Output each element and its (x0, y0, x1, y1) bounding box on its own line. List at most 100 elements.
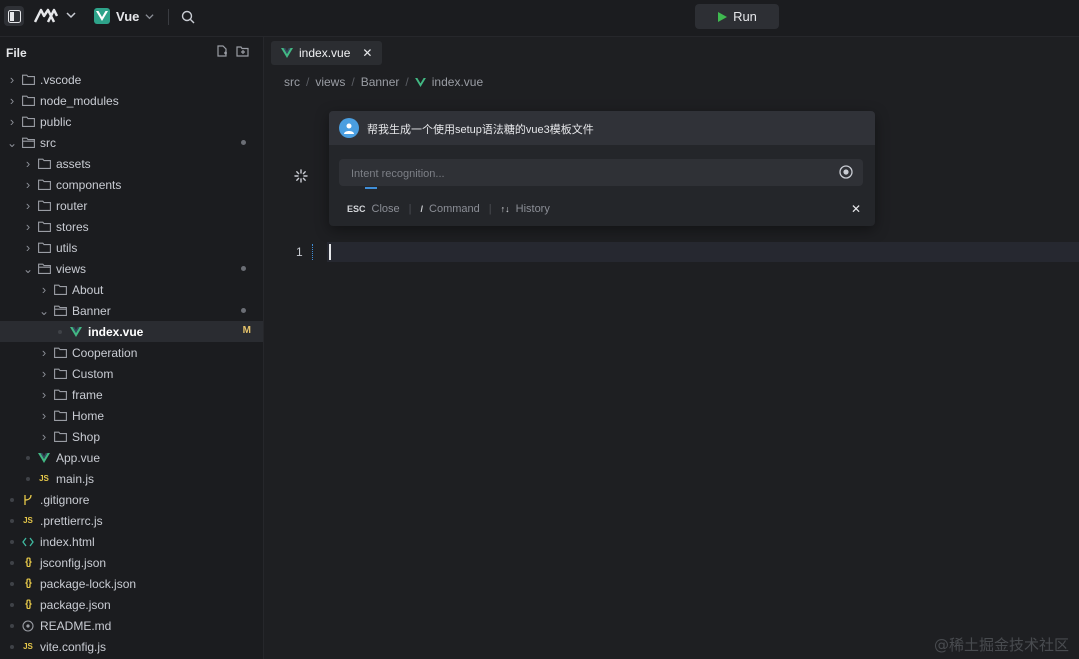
file-item[interactable]: JS .prettierrc.js (0, 510, 263, 531)
top-bar: Vue Run (0, 0, 1079, 37)
run-label: Run (733, 9, 757, 24)
file-item[interactable]: JS vite.config.js (0, 636, 263, 657)
chevron-down-icon: ⌄ (38, 303, 50, 318)
file-item[interactable]: {} jsconfig.json (0, 552, 263, 573)
tree-item-label: README.md (40, 618, 112, 633)
framework-label: Vue (116, 8, 140, 24)
tree-dot (6, 539, 18, 544)
breadcrumb-views[interactable]: views (315, 75, 345, 89)
chevron-right-icon: › (41, 366, 47, 381)
folder-icon (37, 241, 51, 255)
folder-icon (53, 346, 67, 360)
line-number: 1 (296, 245, 303, 259)
sidebar-toggle-icon (7, 9, 21, 23)
file-item[interactable]: .gitignore (0, 489, 263, 510)
folder-item[interactable]: › utils (0, 237, 263, 258)
tree-item-label: components (56, 177, 122, 192)
folder-icon (37, 199, 51, 213)
new-file-button[interactable] (216, 45, 228, 60)
file-item[interactable]: README.md (0, 615, 263, 636)
tree-dot (6, 644, 18, 649)
modified-dot (241, 140, 246, 145)
chevron-down-icon (66, 12, 76, 19)
folder-item[interactable]: ⌄ src (0, 132, 263, 153)
gutter-marker (312, 244, 314, 260)
folder-item[interactable]: › components (0, 174, 263, 195)
history-hint-label: History (515, 203, 550, 215)
chevron-right-icon: › (41, 408, 47, 423)
file-item[interactable]: {} package-lock.json (0, 573, 263, 594)
intent-input[interactable] (349, 164, 823, 183)
search-button[interactable] (181, 10, 195, 24)
run-button[interactable]: Run (695, 4, 779, 29)
folder-item[interactable]: › stores (0, 216, 263, 237)
js-file-icon: JS (39, 474, 49, 483)
tree-item-label: node_modules (40, 93, 119, 108)
folder-icon (53, 367, 67, 381)
tree-item-label: Banner (72, 303, 111, 318)
tree-dot (6, 497, 18, 502)
folder-item[interactable]: › Custom (0, 363, 263, 384)
chevron-right-icon: › (41, 387, 47, 402)
file-item[interactable]: App.vue (0, 447, 263, 468)
toolbar-divider (168, 9, 169, 25)
chevron-right-icon: › (25, 177, 31, 192)
text-cursor (329, 244, 331, 260)
tree-item-label: frame (72, 387, 103, 402)
folder-item[interactable]: › Cooperation (0, 342, 263, 363)
current-line-highlight (327, 242, 1079, 262)
ai-prompt-bar: 帮我生成一个使用setup语法糖的vue3模板文件 (329, 111, 875, 145)
slash-key: / (420, 204, 424, 214)
html-file-icon (21, 535, 35, 549)
target-icon[interactable] (839, 165, 853, 182)
folder-item[interactable]: › node_modules (0, 90, 263, 111)
folder-item[interactable]: › .vscode (0, 69, 263, 90)
user-avatar (339, 118, 359, 138)
code-line[interactable]: 1 (264, 242, 1079, 262)
tree-item-label: package-lock.json (40, 576, 137, 591)
tree-dot (54, 329, 66, 334)
app-menu-chevron[interactable] (66, 10, 76, 20)
breadcrumb-banner[interactable]: Banner (361, 75, 400, 89)
chevron-down-icon: ⌄ (6, 135, 18, 150)
new-folder-button[interactable] (236, 45, 249, 60)
app-logo-button[interactable] (34, 8, 58, 24)
vue-file-icon (414, 77, 426, 87)
explorer-title: File (6, 46, 27, 60)
file-item[interactable]: index.html (0, 531, 263, 552)
tree-item-label: views (56, 261, 87, 276)
folder-item[interactable]: › About (0, 279, 263, 300)
new-folder-icon (236, 46, 249, 57)
folder-item[interactable]: › router (0, 195, 263, 216)
marscode-logo-icon (34, 8, 58, 23)
new-file-icon (217, 45, 227, 57)
breadcrumb-file[interactable]: index.vue (432, 75, 483, 89)
breadcrumb-separator: / (405, 75, 409, 89)
sidebar-toggle-button[interactable] (4, 6, 24, 26)
tab-close-icon[interactable]: ✕ (362, 46, 372, 60)
folder-item[interactable]: › public (0, 111, 263, 132)
folder-item[interactable]: › frame (0, 384, 263, 405)
ai-panel-close-icon[interactable]: ✕ (851, 202, 861, 216)
tab-label: index.vue (299, 46, 351, 60)
chevron-right-icon: › (41, 345, 47, 360)
ai-loading-icon (294, 169, 308, 186)
folder-item[interactable]: › Shop (0, 426, 263, 447)
file-item[interactable]: JS main.js (0, 468, 263, 489)
tree-item-label: public (40, 114, 72, 129)
ai-shortcut-hints: ESC Close | / Command | ↑↓ History (347, 203, 550, 215)
intent-progress-indicator (365, 187, 377, 189)
chevron-right-icon: › (41, 282, 47, 297)
folder-item[interactable]: ⌄ views (0, 258, 263, 279)
modified-dot (241, 266, 246, 271)
file-item[interactable]: index.vue M (0, 321, 263, 342)
folder-item[interactable]: › Home (0, 405, 263, 426)
folder-item[interactable]: › assets (0, 153, 263, 174)
breadcrumb-src[interactable]: src (284, 75, 300, 89)
tree-item-label: Shop (72, 429, 101, 444)
folder-icon (53, 283, 67, 297)
folder-item[interactable]: ⌄ Banner (0, 300, 263, 321)
tab-index-vue[interactable]: index.vue ✕ (271, 41, 383, 65)
framework-selector[interactable]: Vue (94, 8, 154, 24)
file-item[interactable]: {} package.json (0, 594, 263, 615)
